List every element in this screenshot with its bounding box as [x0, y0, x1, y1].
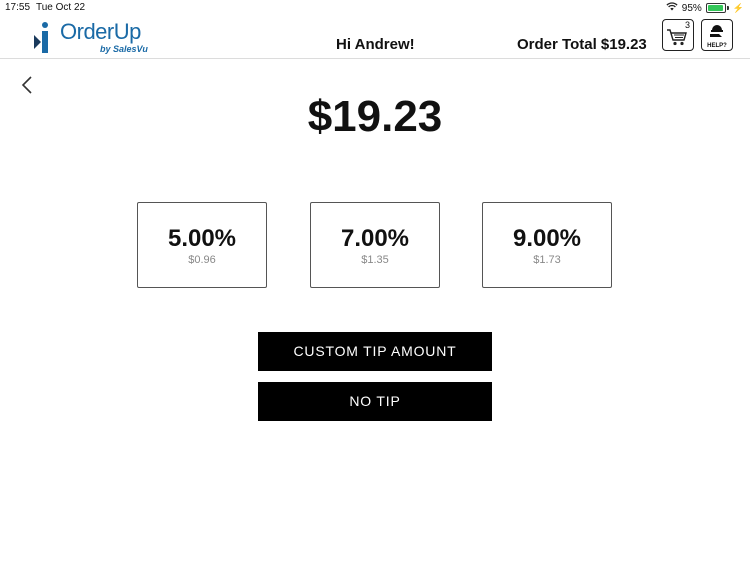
logo-subtitle: by SalesVu	[100, 44, 148, 54]
app-header: OrderUp by SalesVu Hi Andrew! Order Tota…	[0, 16, 750, 59]
tip-amount: $0.96	[188, 254, 216, 266]
cart-icon	[667, 29, 687, 46]
status-bar: 17:55 Tue Oct 22 95% ⚡	[0, 0, 750, 16]
help-button[interactable]: HELP?	[701, 19, 733, 51]
logo-mark-icon	[34, 22, 48, 53]
no-tip-button[interactable]: NO TIP	[258, 382, 492, 421]
tip-amount: $1.73	[533, 254, 561, 266]
battery-level-fill	[707, 5, 723, 11]
orderup-logo: OrderUp by SalesVu	[32, 19, 152, 55]
help-icon	[710, 25, 723, 37]
cart-button[interactable]: 3	[662, 19, 694, 51]
battery-icon	[705, 3, 726, 13]
tip-option-5-percent[interactable]: 5.00% $0.96	[137, 202, 267, 288]
tip-amount: $1.35	[361, 254, 389, 266]
tip-option-9-percent[interactable]: 9.00% $1.73	[482, 202, 612, 288]
custom-tip-button[interactable]: CUSTOM TIP AMOUNT	[258, 332, 492, 371]
charging-icon: ⚡	[732, 2, 744, 13]
help-label: HELP?	[707, 43, 727, 49]
tip-percent: 7.00%	[340, 225, 410, 252]
battery-percent: 95%	[681, 2, 702, 14]
status-indicators: 95% ⚡	[666, 2, 744, 14]
status-date: Tue Oct 22	[36, 2, 86, 13]
tip-percent: 9.00%	[512, 225, 582, 252]
order-total: Order Total $19.23	[517, 36, 647, 53]
greeting-text: Hi Andrew!	[336, 36, 415, 53]
tip-option-7-percent[interactable]: 7.00% $1.35	[310, 202, 440, 288]
logo-name: OrderUp	[60, 19, 141, 44]
status-time: 17:55	[5, 2, 31, 13]
battery-cap	[726, 6, 729, 10]
wifi-icon	[666, 2, 678, 14]
tip-percent: 5.00%	[167, 225, 237, 252]
total-amount: $19.23	[307, 92, 443, 141]
